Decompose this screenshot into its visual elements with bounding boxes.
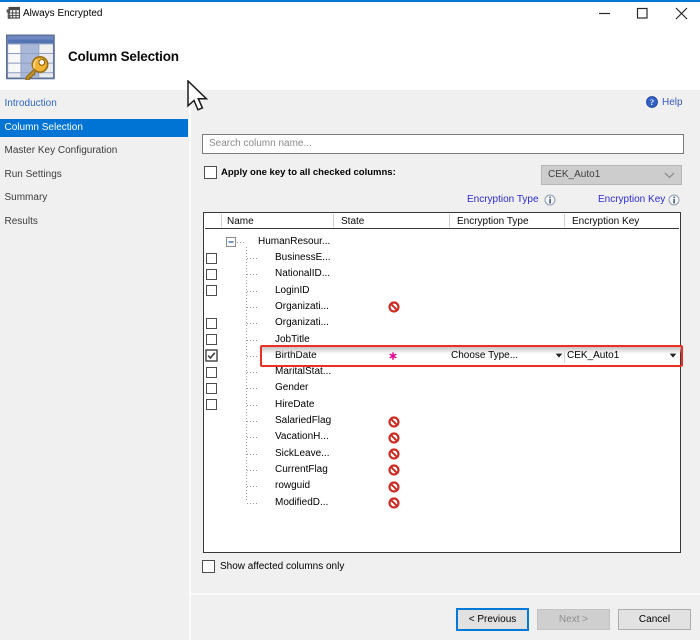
svg-text:?: ?: [650, 97, 654, 107]
